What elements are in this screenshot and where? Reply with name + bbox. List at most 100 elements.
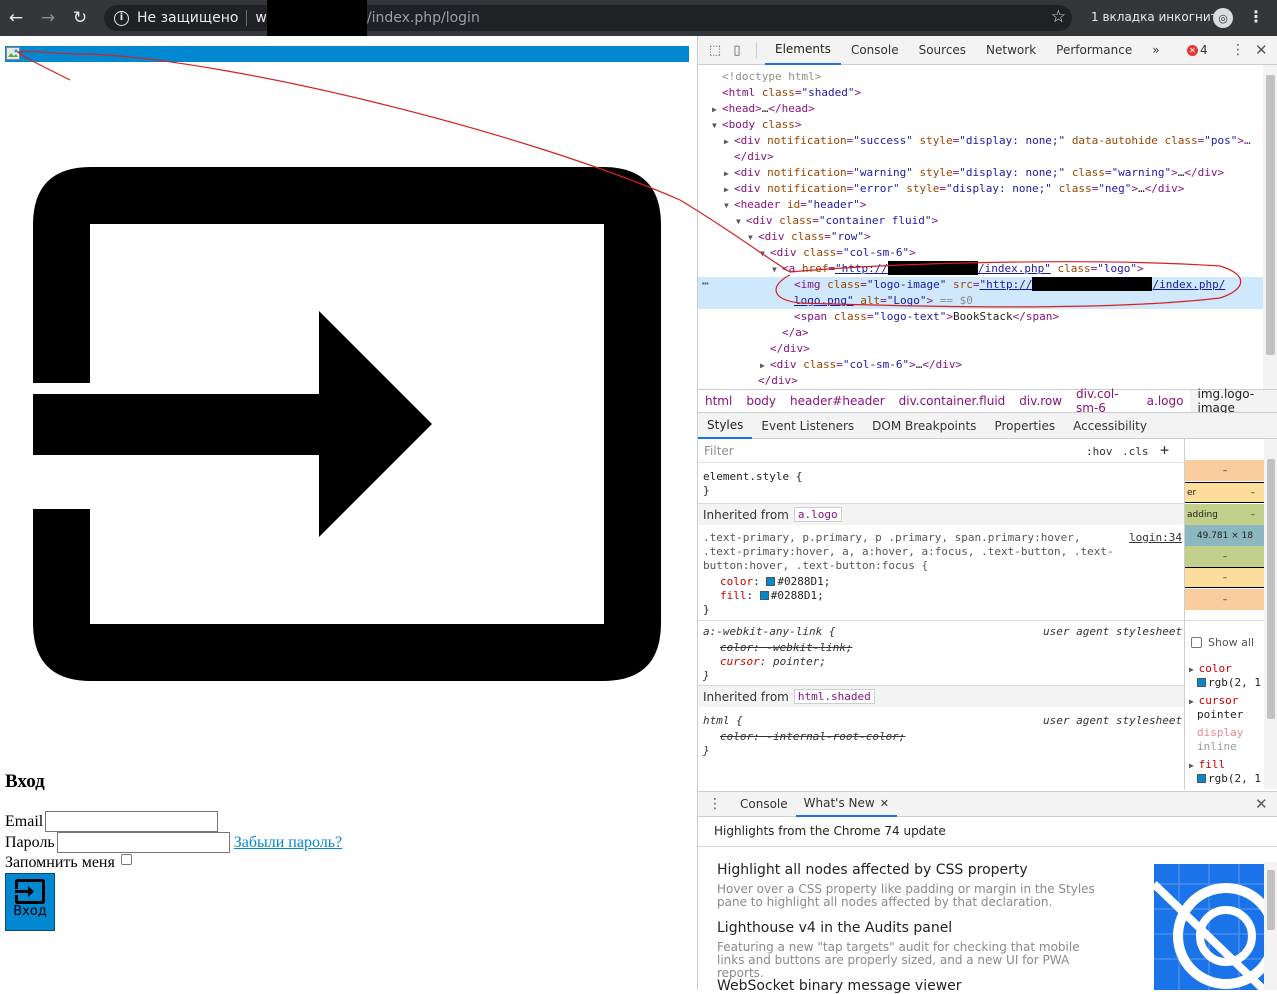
dom-node-line[interactable]: ▶ <div notification="success" style="disp… bbox=[698, 133, 1263, 149]
forward-arrow-icon[interactable]: → bbox=[32, 0, 64, 36]
dom-node-line[interactable]: ▼ <header id="header"> bbox=[698, 197, 1263, 213]
breadcrumb-item[interactable]: body bbox=[739, 390, 783, 412]
forgot-password-link[interactable]: Забыли пароль? bbox=[234, 834, 342, 852]
collapse-arrow-icon[interactable]: ▼ bbox=[748, 230, 758, 246]
tab-event-listeners[interactable]: Event Listeners bbox=[752, 413, 863, 439]
dom-node-line[interactable]: logo.png" alt="Logo"> == $0 bbox=[698, 293, 1263, 309]
dom-node-line[interactable]: ▼ <body class> bbox=[698, 117, 1263, 133]
inherited-a-link[interactable]: a.logo bbox=[793, 507, 842, 522]
new-rule-icon[interactable]: + bbox=[1160, 441, 1169, 459]
tab-elements[interactable]: Elements bbox=[765, 36, 841, 65]
rule1-source-link[interactable]: login:34 bbox=[1129, 531, 1182, 544]
computed-scrollbar[interactable] bbox=[1264, 439, 1277, 789]
box-model-margin[interactable]: – bbox=[1185, 460, 1264, 481]
collapse-arrow-icon[interactable]: ▼ bbox=[712, 118, 722, 134]
computed-color[interactable]: ▶ color bbox=[1189, 662, 1232, 675]
error-badge[interactable]: ✕ 4 bbox=[1187, 43, 1208, 57]
expand-arrow-icon[interactable]: ▶ bbox=[712, 102, 722, 118]
rule1-fill-decl[interactable]: fill: #0288D1; bbox=[720, 589, 824, 603]
whats-new-scrollbar[interactable] bbox=[1264, 862, 1277, 990]
inherited-html-link[interactable]: html.shaded bbox=[793, 689, 875, 704]
expand-arrow-icon[interactable]: ▶ bbox=[724, 182, 734, 198]
drawer-menu-icon[interactable]: ⋮ bbox=[698, 796, 732, 812]
incognito-icon[interactable]: ◎ bbox=[1213, 8, 1233, 28]
dom-node-line[interactable]: <img class="logo-image" src="http:///ind… bbox=[698, 277, 1263, 293]
dom-node-line[interactable]: </div> bbox=[698, 373, 1263, 389]
address-bar[interactable]: i Не защищено w /index.php/login ☆ bbox=[104, 0, 1072, 36]
broken-image-icon[interactable] bbox=[6, 47, 21, 61]
devtools-menu-icon[interactable]: ⋮ bbox=[1231, 42, 1245, 58]
tab-accessibility[interactable]: Accessibility bbox=[1064, 413, 1156, 439]
device-toolbar-icon[interactable]: ▯ bbox=[726, 39, 748, 61]
expand-arrow-icon[interactable]: ▶ bbox=[760, 358, 770, 374]
dom-node-line[interactable]: <span class="logo-text">BookStack</span> bbox=[698, 309, 1263, 325]
breadcrumb-item[interactable]: div.container.fluid bbox=[892, 390, 1013, 412]
expand-arrow-icon[interactable]: ▶ bbox=[724, 134, 734, 150]
reload-icon[interactable]: ↻ bbox=[64, 0, 96, 36]
cls-toggle[interactable]: .cls bbox=[1122, 445, 1149, 458]
collapse-arrow-icon[interactable]: ▼ bbox=[736, 214, 746, 230]
dom-node-line[interactable]: ▶ <div class="col-sm-6">…</div> bbox=[698, 357, 1263, 373]
remember-checkbox[interactable] bbox=[120, 853, 132, 865]
drawer-close-icon[interactable]: ✕ bbox=[1255, 795, 1268, 813]
whats-new-item-1-title[interactable]: Highlight all nodes affected by CSS prop… bbox=[717, 862, 1028, 878]
password-field[interactable] bbox=[56, 832, 230, 853]
fill-swatch[interactable] bbox=[759, 591, 769, 600]
tab-dom-breakpoints[interactable]: DOM Breakpoints bbox=[863, 413, 985, 439]
expand-arrow-icon[interactable]: ▶ bbox=[724, 166, 734, 182]
collapse-arrow-icon[interactable]: ▼ bbox=[724, 198, 734, 214]
tab-console[interactable]: Console bbox=[841, 36, 909, 65]
whats-new-scroll-thumb[interactable] bbox=[1267, 870, 1275, 930]
show-all-row[interactable]: Show all bbox=[1191, 636, 1254, 649]
dom-node-line[interactable]: </div> bbox=[698, 149, 1263, 165]
computed-cursor[interactable]: ▶ cursor bbox=[1189, 694, 1238, 707]
dom-node-line[interactable]: ▶ <div notification="warning" style="disp… bbox=[698, 165, 1263, 181]
box-model-padding[interactable]: adding – bbox=[1185, 504, 1264, 525]
box-model-border-bottom[interactable]: – bbox=[1185, 567, 1264, 588]
breadcrumb-item[interactable]: html bbox=[698, 390, 739, 412]
dom-node-line[interactable]: ▼ <div class="container fluid"> bbox=[698, 213, 1263, 229]
dom-node-line[interactable]: ▼ <div class="row"> bbox=[698, 229, 1263, 245]
drawer-tab-whats-new[interactable]: What's New ✕ bbox=[795, 792, 897, 817]
show-all-checkbox[interactable] bbox=[1191, 637, 1202, 648]
box-model-content[interactable]: 49.781 × 18 bbox=[1185, 525, 1264, 546]
styles-filter-input[interactable]: Filter bbox=[704, 444, 734, 458]
info-icon[interactable]: i bbox=[114, 10, 129, 26]
box-model-margin-bottom[interactable]: – bbox=[1185, 589, 1264, 610]
login-button[interactable]: Вход bbox=[5, 873, 55, 931]
box-model-border[interactable]: er – bbox=[1185, 482, 1264, 503]
rule1-color-decl[interactable]: color: #0288D1; bbox=[720, 575, 830, 589]
breadcrumb-item[interactable]: header#header bbox=[783, 390, 892, 412]
inspect-element-icon[interactable]: ⬚ bbox=[704, 39, 726, 61]
computed-fill[interactable]: ▶ fill bbox=[1189, 758, 1225, 771]
breadcrumb-item[interactable]: img.logo-image bbox=[1190, 387, 1277, 415]
bookmark-star-icon[interactable]: ☆ bbox=[1051, 7, 1066, 27]
browser-menu-icon[interactable]: ⋮ bbox=[1248, 7, 1264, 26]
tab-sources[interactable]: Sources bbox=[909, 36, 976, 65]
elements-scroll-thumb[interactable] bbox=[1266, 75, 1275, 355]
dom-node-line[interactable]: ▼ <a href="http:///index.php" class="logo… bbox=[698, 261, 1263, 277]
dom-node-line[interactable]: ▶ <div notification="error" style="displa… bbox=[698, 181, 1263, 197]
email-field[interactable] bbox=[45, 811, 219, 832]
dom-node-line[interactable]: <!doctype html> bbox=[698, 69, 1263, 85]
computed-scroll-thumb[interactable] bbox=[1267, 459, 1275, 719]
dom-node-line[interactable]: </div> bbox=[698, 341, 1263, 357]
dom-node-line[interactable]: ▶ <head>…</head> bbox=[698, 101, 1263, 117]
breadcrumb-item[interactable]: div.col-sm-6 bbox=[1069, 387, 1140, 415]
box-model-padding-bottom[interactable]: – bbox=[1185, 546, 1264, 567]
color-swatch[interactable] bbox=[766, 577, 776, 586]
tab-network[interactable]: Network bbox=[976, 36, 1046, 65]
collapse-arrow-icon[interactable]: ▼ bbox=[772, 262, 782, 278]
dom-node-line[interactable]: ▼ <div class="col-sm-6"> bbox=[698, 245, 1263, 261]
breadcrumb-item[interactable]: div.row bbox=[1012, 390, 1069, 412]
devtools-close-icon[interactable]: ✕ bbox=[1255, 41, 1268, 59]
whats-new-item-2-title[interactable]: Lighthouse v4 in the Audits panel bbox=[717, 920, 952, 936]
element-style-rule[interactable]: element.style { bbox=[703, 470, 802, 484]
hov-toggle[interactable]: :hov bbox=[1086, 445, 1113, 458]
close-tab-icon[interactable]: ✕ bbox=[880, 797, 889, 810]
drawer-tab-console[interactable]: Console bbox=[732, 792, 796, 817]
tab-styles[interactable]: Styles bbox=[698, 413, 753, 439]
computed-display-name[interactable]: display bbox=[1197, 726, 1243, 739]
collapse-arrow-icon[interactable]: ▼ bbox=[760, 246, 770, 262]
elements-scrollbar[interactable] bbox=[1263, 65, 1277, 420]
